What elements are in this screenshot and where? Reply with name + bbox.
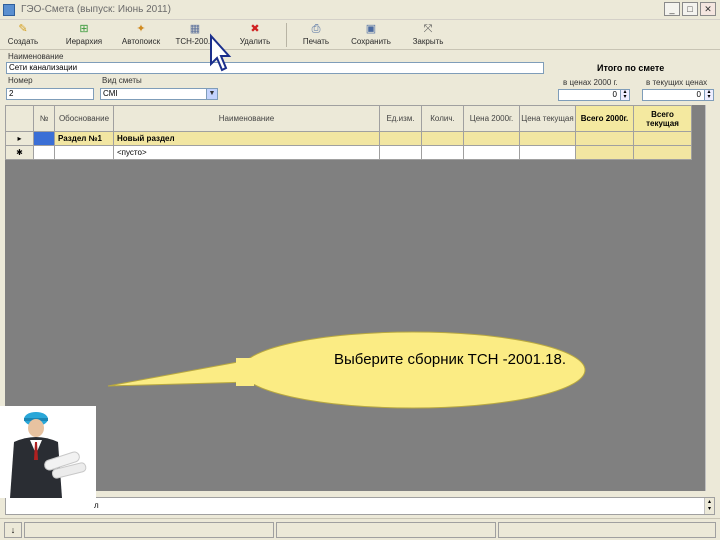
delete-button[interactable]: ✖ Удалить [230,20,280,50]
autosearch-button[interactable]: ✦ Автопоиск [116,20,166,50]
estimate-type-select[interactable]: СМI ▼ [100,88,218,100]
row-pointer-icon[interactable]: ▸ [5,131,34,146]
close-window-button[interactable]: ⤧ Закрыть [403,20,453,50]
row-price2000-cell[interactable] [463,145,520,160]
tutorial-instruction: Выберите сборник ТСН -2001.18. [334,351,567,368]
price2000-value: 0 [612,90,617,99]
row-total-current-cell[interactable] [633,131,692,146]
tsn-collection-label: ТСН-200... [175,37,215,46]
create-button[interactable]: ✎ Создать [0,20,46,50]
status-arrow-icon[interactable]: ↓ [4,522,22,538]
engineer-illustration-icon [10,412,87,498]
col-header-unit[interactable]: Ед.изм. [379,105,422,132]
hierarchy-icon: ⊞ [79,23,89,35]
col-header-total2000[interactable]: Всего 2000г. [575,105,634,132]
row-unit-cell[interactable] [379,145,422,160]
current-price-field[interactable]: 0 ▴ ▾ [642,89,714,101]
col-header-total-current[interactable]: Всего текущая [633,105,692,132]
row-unit-cell[interactable] [379,131,422,146]
autosearch-icon: ✦ [136,23,146,35]
row-total2000-cell[interactable] [575,145,634,160]
hint-scrollbar[interactable]: ▴ ▾ [704,498,714,514]
maximize-button[interactable]: □ [682,2,698,16]
presenter-figure [0,406,96,498]
row-number-cell[interactable] [33,131,55,146]
col-header-basis[interactable]: Обоснование [54,105,114,132]
grid-header-row: № Обоснование Наименование Ед.изм. Колич… [5,105,692,132]
estimate-grid-area: № Обоснование Наименование Ед.изм. Колич… [5,105,705,491]
close-window-label: Закрыть [412,37,444,46]
new-row-icon[interactable]: ✱ [5,145,34,160]
row-basis-cell[interactable]: Раздел №1 [54,131,114,146]
close-window-icon: ⤧ [423,23,433,35]
application-window: ГЭО-Смета (выпуск: Июнь 2011) _ □ ✕ ✎ Со… [0,0,720,540]
window-title: ГЭО-Смета (выпуск: Июнь 2011) [21,4,171,15]
spinner-icon[interactable]: ▴ ▾ [704,90,713,100]
row-name-cell[interactable]: <пусто> [113,145,380,160]
name-label: Наименование [8,52,64,61]
row-price2000-cell[interactable] [463,131,520,146]
spinner-icon[interactable]: ▴ ▾ [620,90,629,100]
save-icon: ▣ [365,23,377,35]
col-header-price-current[interactable]: Цена текущая [519,105,576,132]
price2000-label: в ценах 2000 г. [563,78,618,87]
table-row[interactable]: ✱ <пусто> [5,145,692,160]
name-field[interactable]: Сети канализации [6,62,544,74]
save-label: Сохранить [351,37,391,46]
chevron-down-icon[interactable]: ▼ [206,89,217,99]
status-panel-3 [498,522,716,538]
row-basis-cell[interactable] [54,145,114,160]
close-button[interactable]: ✕ [700,2,716,16]
print-button[interactable]: ⎙ Печать [293,20,339,50]
row-total-current-cell[interactable] [633,145,692,160]
print-icon: ⎙ [311,23,321,35]
hint-text: л [94,501,99,510]
current-price-value: 0 [696,90,701,99]
col-header-number[interactable]: № [33,105,55,132]
number-label: Номер [8,76,33,85]
title-bar: ГЭО-Смета (выпуск: Июнь 2011) _ □ ✕ [0,0,720,20]
col-header-name[interactable]: Наименование [113,105,380,132]
autosearch-label: Автопоиск [121,37,161,46]
window-controls: _ □ ✕ [664,2,716,16]
toolbar-separator [286,23,287,47]
app-icon [3,3,15,16]
estimate-type-value: СМI [103,89,118,98]
hierarchy-button[interactable]: ⊞ Иерархия [56,20,112,50]
row-qty-cell[interactable] [421,131,464,146]
status-panel-2 [276,522,496,538]
toolbar: ✎ Создать ⊞ Иерархия ✦ Автопоиск ▦ ТСН-2… [0,20,720,50]
tsn-collection-button[interactable]: ▦ ТСН-200... [170,20,220,50]
total-title: Итого по смете [597,63,665,73]
col-header-selector [5,105,34,132]
tsn-collection-icon: ▦ [189,23,201,35]
estimate-type-label: Вид сметы [102,76,142,85]
col-header-qty[interactable]: Колич. [421,105,464,132]
print-label: Печать [302,37,330,46]
vertical-scrollbar[interactable] [705,105,715,491]
hint-box: л ▴ ▾ [5,497,715,515]
row-qty-cell[interactable] [421,145,464,160]
save-button[interactable]: ▣ Сохранить [343,20,399,50]
estimate-grid: № Обоснование Наименование Ед.изм. Колич… [5,105,692,160]
col-header-price2000[interactable]: Цена 2000г. [463,105,520,132]
table-row[interactable]: ▸ Раздел №1 Новый раздел [5,131,692,146]
hierarchy-label: Иерархия [65,37,103,46]
status-bar: ↓ [0,518,720,540]
status-panel-1 [24,522,274,538]
delete-label: Удалить [239,37,271,46]
row-price-current-cell[interactable] [519,145,576,160]
price2000-field[interactable]: 0 ▴ ▾ [558,89,630,101]
create-label: Создать [7,37,39,46]
row-number-cell[interactable] [33,145,55,160]
number-field[interactable]: 2 [6,88,94,100]
new-doc-icon: ✎ [18,23,28,35]
current-price-label: в текущих ценах [646,78,708,87]
row-name-cell[interactable]: Новый раздел [113,131,380,146]
row-total2000-cell[interactable] [575,131,634,146]
minimize-button[interactable]: _ [664,2,680,16]
row-price-current-cell[interactable] [519,131,576,146]
delete-icon: ✖ [250,23,260,35]
